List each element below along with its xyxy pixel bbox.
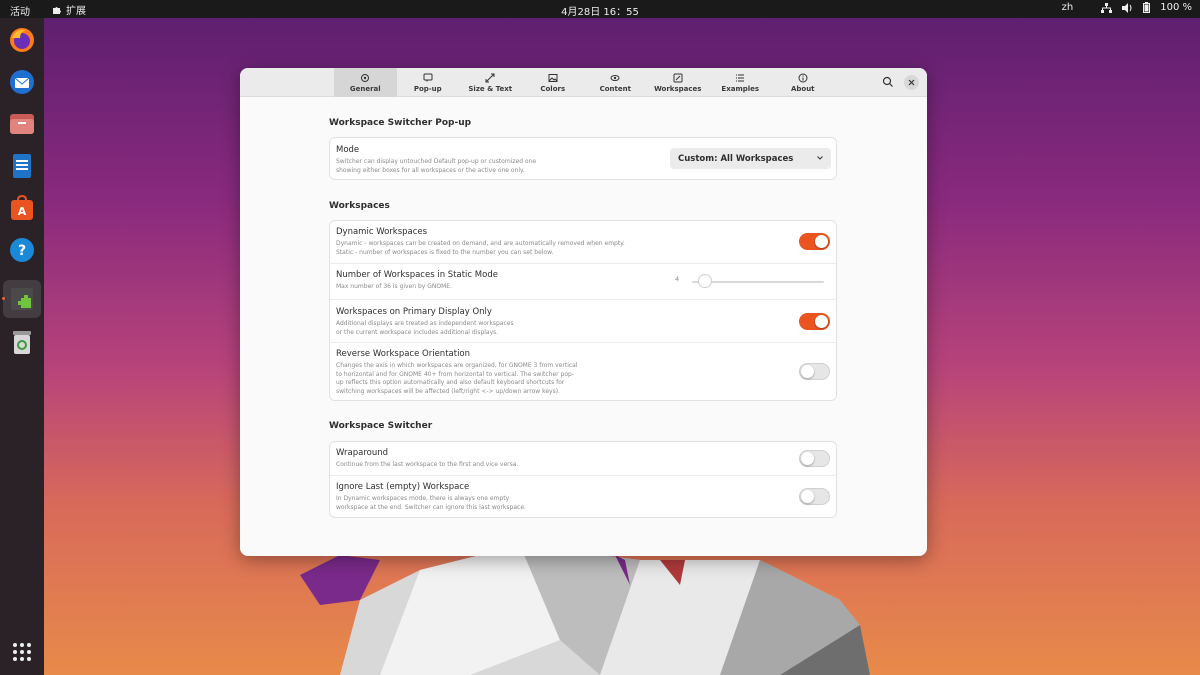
- ignore-last-description-1: In Dynamic workspaces mode, there is alw…: [336, 495, 510, 502]
- ignore-last-toggle[interactable]: [799, 488, 830, 505]
- number-of-workspaces-description: Max number of 36 is given by GNOME.: [336, 283, 452, 290]
- battery-percentage[interactable]: 100 %: [1160, 2, 1192, 13]
- row-wraparound: Wraparound Continue from the last worksp…: [330, 442, 836, 476]
- reverse-orientation-description-3: up reflects this option automatically an…: [336, 379, 565, 386]
- trash-icon[interactable]: [6, 326, 38, 358]
- section-title-popup: Workspace Switcher Pop-up: [329, 118, 472, 128]
- card-popup: Mode Switcher can display untouched Defa…: [329, 137, 837, 180]
- tab-general[interactable]: General: [334, 68, 397, 97]
- section-title-workspaces: Workspaces: [329, 201, 390, 211]
- puzzle-icon: [53, 6, 61, 14]
- help-icon[interactable]: ?: [6, 234, 38, 266]
- close-icon: [908, 79, 915, 86]
- primary-display-toggle[interactable]: [799, 313, 830, 330]
- chevron-down-icon: [817, 156, 823, 160]
- tab-content[interactable]: Content: [584, 68, 647, 97]
- row-primary-display-only: Workspaces on Primary Display Only Addit…: [330, 300, 836, 343]
- dock: A ?: [0, 18, 44, 675]
- info-icon: [798, 73, 808, 82]
- mode-title: Mode: [336, 145, 360, 155]
- mode-description-2: showing either boxes for all workspaces …: [336, 166, 525, 174]
- firefox-icon[interactable]: [6, 24, 38, 56]
- image-icon: [548, 73, 558, 82]
- network-icon[interactable]: [1101, 2, 1113, 13]
- thunderbird-icon[interactable]: [6, 66, 38, 98]
- workspaces-slider-handle[interactable]: [698, 274, 712, 288]
- wraparound-description: Continue from the last workspace to the …: [336, 461, 519, 468]
- row-mode: Mode Switcher can display untouched Defa…: [330, 138, 836, 179]
- gear-icon: [361, 73, 370, 82]
- number-of-workspaces-title: Number of Workspaces in Static Mode: [336, 270, 498, 280]
- battery-icon[interactable]: [1143, 2, 1151, 13]
- dynamic-workspaces-title: Dynamic Workspaces: [336, 227, 428, 237]
- dynamic-workspaces-toggle[interactable]: [799, 233, 830, 250]
- primary-display-title: Workspaces on Primary Display Only: [336, 307, 492, 317]
- eye-icon: [610, 74, 620, 81]
- primary-display-description-2: or the current workspace includes additi…: [336, 328, 499, 336]
- primary-display-description-1: Additional displays are treated as indep…: [336, 320, 514, 327]
- clock[interactable]: 4月28日 16：55: [561, 7, 639, 18]
- volume-icon[interactable]: [1122, 2, 1133, 13]
- top-bar: 活动 扩展 4月28日 16：55 zh 100 %: [0, 0, 1200, 18]
- card-workspace-switcher: Wraparound Continue from the last worksp…: [329, 441, 837, 518]
- reverse-orientation-description-1: Changes the axis in which workspaces are…: [336, 362, 578, 369]
- reverse-orientation-description-2: to horizontal and for GNOME 40+ from hor…: [336, 370, 574, 378]
- activities-button[interactable]: 活动: [10, 3, 30, 18]
- row-dynamic-workspaces: Dynamic Workspaces Dynamic - workspaces …: [330, 221, 836, 264]
- reverse-orientation-description-4: switching workspaces will be affected (l…: [336, 387, 560, 395]
- list-icon: [736, 74, 745, 81]
- section-title-workspace-switcher: Workspace Switcher: [329, 421, 433, 431]
- extensions-label: 扩展: [66, 6, 86, 17]
- tab-colors[interactable]: Colors: [522, 68, 585, 97]
- row-number-of-workspaces: Number of Workspaces in Static Mode Max …: [330, 264, 836, 300]
- search-icon[interactable]: [881, 75, 895, 89]
- files-icon[interactable]: [6, 108, 38, 140]
- ignore-last-title: Ignore Last (empty) Workspace: [336, 482, 470, 492]
- tab-workspaces[interactable]: Workspaces: [647, 68, 710, 97]
- tab-about[interactable]: About: [772, 68, 835, 97]
- mode-dropdown[interactable]: Custom: All Workspaces: [670, 148, 831, 169]
- preferences-window: General Pop-up Size & Text Colors Conten…: [240, 68, 927, 556]
- tab-examples[interactable]: Examples: [709, 68, 772, 97]
- dynamic-workspaces-description-1: Dynamic - workspaces can be created on d…: [336, 240, 625, 247]
- tab-popup[interactable]: Pop-up: [397, 68, 460, 97]
- close-button[interactable]: [904, 75, 919, 90]
- input-method-indicator[interactable]: zh: [1062, 2, 1074, 13]
- resize-icon: [485, 73, 495, 82]
- mode-description-1: Switcher can display untouched Default p…: [336, 158, 537, 165]
- extensions-icon[interactable]: [3, 280, 41, 318]
- app-center-icon[interactable]: A: [6, 192, 38, 224]
- writer-icon[interactable]: [6, 150, 38, 182]
- tab-size-text[interactable]: Size & Text: [459, 68, 522, 97]
- reverse-orientation-title: Reverse Workspace Orientation: [336, 349, 471, 359]
- popup-icon: [423, 73, 433, 82]
- extensions-indicator[interactable]: 扩展: [52, 2, 86, 17]
- tab-bar: General Pop-up Size & Text Colors Conten…: [334, 68, 834, 97]
- wraparound-title: Wraparound: [336, 448, 389, 458]
- reverse-orientation-toggle[interactable]: [799, 363, 830, 380]
- edit-icon: [673, 73, 683, 82]
- row-reverse-orientation: Reverse Workspace Orientation Changes th…: [330, 343, 836, 400]
- card-workspaces: Dynamic Workspaces Dynamic - workspaces …: [329, 220, 837, 401]
- show-apps-grid-icon[interactable]: [6, 636, 38, 668]
- dynamic-workspaces-description-2: Static - number of workspaces is fixed t…: [336, 248, 554, 256]
- svg-text:A: A: [18, 205, 27, 218]
- workspaces-slider-value: 4: [675, 275, 680, 283]
- svg-text:?: ?: [18, 243, 26, 259]
- row-ignore-last-workspace: Ignore Last (empty) Workspace In Dynamic…: [330, 476, 836, 517]
- header-bar: General Pop-up Size & Text Colors Conten…: [240, 68, 927, 97]
- wraparound-toggle[interactable]: [799, 450, 830, 467]
- ignore-last-description-2: workspace at the end. Switcher can ignor…: [336, 503, 526, 511]
- mode-dropdown-value: Custom: All Workspaces: [678, 153, 794, 164]
